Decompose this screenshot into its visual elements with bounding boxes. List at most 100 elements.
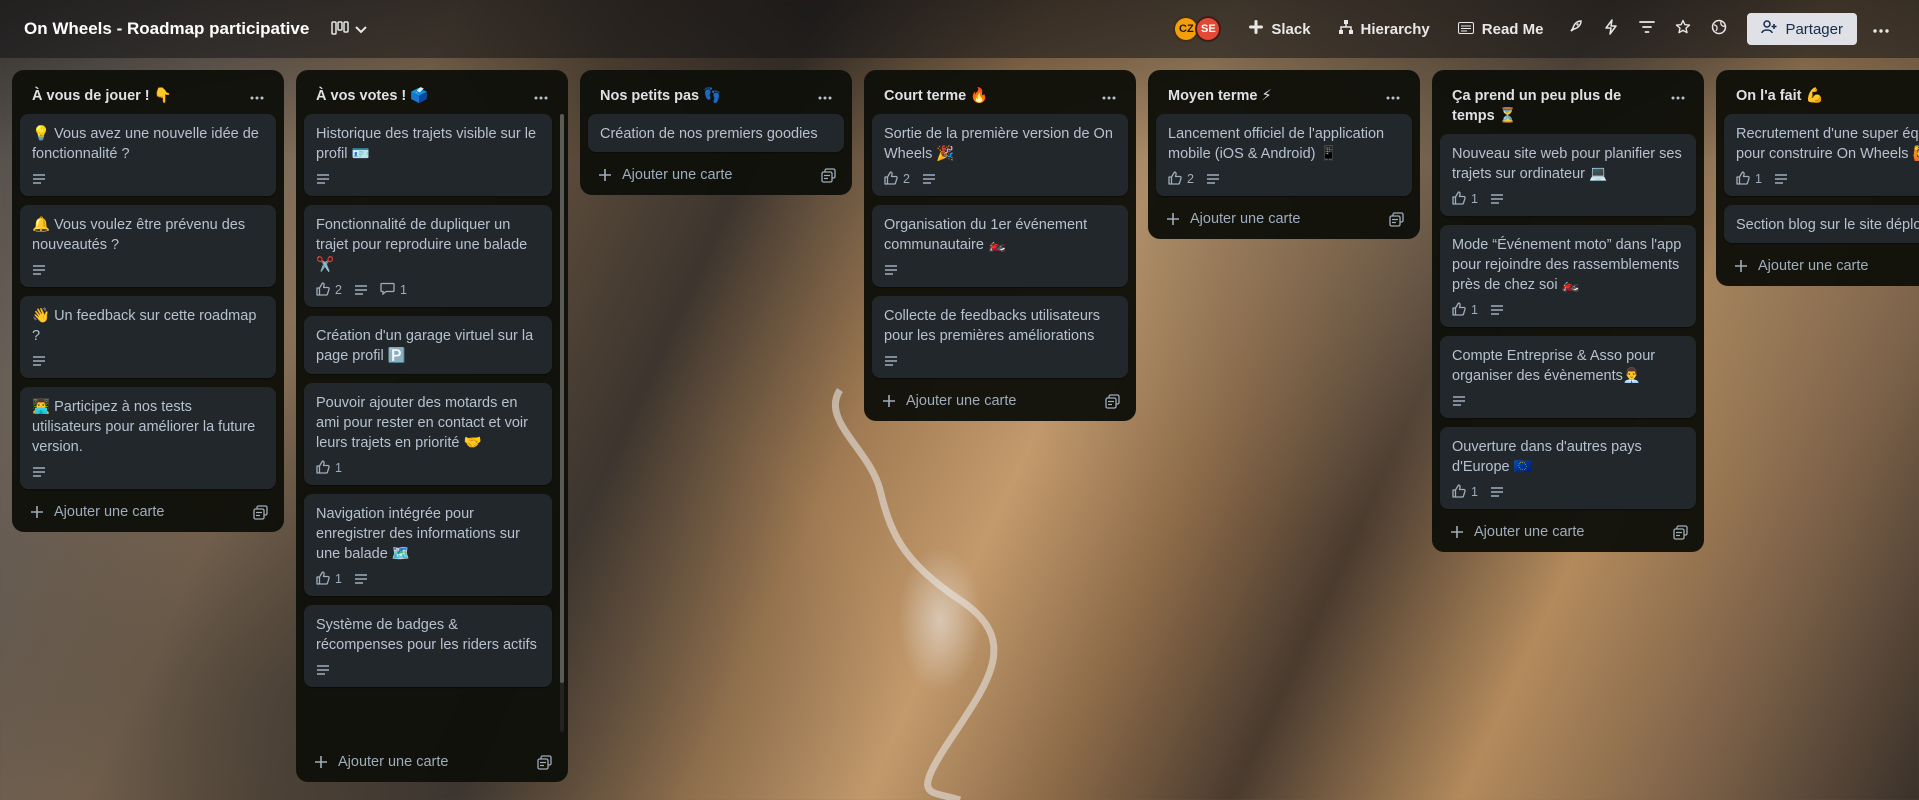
add-card-button[interactable]: Ajouter une carte [1734, 258, 1868, 274]
comments-badge: 1 [380, 282, 407, 298]
avatar[interactable]: SE [1195, 16, 1222, 42]
card-title: Fonctionnalité de dupliquer un trajet po… [316, 217, 528, 273]
card-badges [316, 661, 540, 679]
card[interactable]: Compte Entreprise & Asso pour organiser … [1440, 336, 1696, 418]
board-list[interactable]: À vous de jouer ! 👇 💡 Vous avez une nouve… [12, 70, 284, 532]
card[interactable]: 💡 Vous avez une nouvelle idée de fonctio… [20, 114, 276, 196]
card[interactable]: Pouvoir ajouter des motards en ami pour … [304, 383, 552, 485]
card[interactable]: Section blog sur le site déployée [1724, 205, 1919, 243]
card[interactable]: Fonctionnalité de dupliquer un trajet po… [304, 205, 552, 307]
visibility-button[interactable] [1701, 13, 1737, 45]
vote-badge[interactable]: 1 [316, 459, 342, 477]
scrollbar-thumb[interactable] [560, 114, 564, 683]
list-cards: Nouveau site web pour planifier ses traj… [1440, 134, 1696, 509]
list-title[interactable]: À vos votes ! 🗳️ [316, 86, 428, 106]
card[interactable]: Création de nos premiers goodies [588, 114, 844, 152]
card[interactable]: Recrutement d'une super équipe pour cons… [1724, 114, 1919, 196]
list-menu-button[interactable] [1096, 86, 1122, 106]
list-scrollbar[interactable] [560, 114, 564, 732]
vote-badge[interactable]: 1 [1452, 301, 1478, 319]
list-menu-button[interactable] [1380, 86, 1406, 106]
thumbs-up-icon [316, 570, 330, 588]
list-menu-button[interactable] [812, 86, 838, 106]
card[interactable]: Organisation du 1er événement communauta… [872, 205, 1128, 287]
list-title[interactable]: Court terme 🔥 [884, 86, 988, 106]
readme-icon [1457, 21, 1474, 38]
vote-badge[interactable]: 2 [1168, 170, 1194, 188]
board-list[interactable]: Nos petits pas 👣 Création de nos premiers… [580, 70, 852, 195]
board-list[interactable]: On l'a fait 💪 Recrutement d'une super équ… [1716, 70, 1919, 286]
board-list[interactable]: Ça prend un peu plus de temps ⏳ Nouveau s… [1432, 70, 1704, 552]
board-menu-button[interactable] [1863, 13, 1899, 45]
list-cards: 💡 Vous avez une nouvelle idée de fonctio… [20, 114, 276, 489]
add-card-button[interactable]: Ajouter une carte [1450, 524, 1584, 540]
card[interactable]: Nouveau site web pour planifier ses traj… [1440, 134, 1696, 216]
vote-badge[interactable]: 2 [316, 281, 342, 299]
add-card-button[interactable]: Ajouter une carte [1166, 211, 1300, 227]
card[interactable]: Lancement officiel de l'application mobi… [1156, 114, 1412, 196]
list-menu-button[interactable] [528, 86, 554, 106]
card[interactable]: Mode “Événement moto” dans l'app pour re… [1440, 225, 1696, 327]
list-menu-button[interactable] [1667, 86, 1690, 106]
slack-button[interactable]: Slack [1235, 13, 1324, 45]
readme-button[interactable]: Read Me [1444, 13, 1558, 45]
card[interactable]: Création d'un garage virtuel sur la page… [304, 316, 552, 374]
card-template-icon[interactable] [1105, 393, 1120, 409]
board-title[interactable]: On Wheels - Roadmap participative [24, 19, 309, 39]
card-title: Sortie de la première version de On Whee… [884, 126, 1113, 162]
card[interactable]: 🔔 Vous voulez être prévenu des nouveauté… [20, 205, 276, 287]
card[interactable]: 👨‍💻 Participez à nos tests utilisateurs … [20, 387, 276, 489]
list-cards: Recrutement d'une super équipe pour cons… [1724, 114, 1919, 243]
list-title[interactable]: À vous de jouer ! 👇 [32, 86, 172, 106]
add-card-button[interactable]: Ajouter une carte [314, 754, 448, 770]
card[interactable]: Système de badges & récompenses pour les… [304, 605, 552, 687]
board-members[interactable]: CZ SE [1173, 16, 1222, 42]
vote-badge[interactable]: 1 [316, 570, 342, 588]
automation-button[interactable] [1593, 13, 1629, 45]
add-card-button[interactable]: Ajouter une carte [882, 393, 1016, 409]
list-menu-button[interactable] [244, 86, 270, 106]
card[interactable]: Ouverture dans d'autres pays d'Europe 🇪🇺… [1440, 427, 1696, 509]
card-title: Ouverture dans d'autres pays d'Europe 🇪🇺 [1452, 439, 1642, 475]
card-badges: 1 [316, 570, 540, 588]
list-title[interactable]: Ça prend un peu plus de temps ⏳ [1452, 86, 1667, 126]
thumbs-up-icon [884, 170, 898, 188]
board-list[interactable]: Moyen terme ⚡ Lancement officiel de l'app… [1148, 70, 1420, 239]
share-button[interactable]: Partager [1747, 13, 1857, 45]
card-template-icon[interactable] [537, 754, 552, 770]
vote-badge[interactable]: 1 [1452, 483, 1478, 501]
filter-button[interactable] [1629, 13, 1665, 45]
card[interactable]: Collecte de feedbacks utilisateurs pour … [872, 296, 1128, 378]
card[interactable]: 👋 Un feedback sur cette roadmap ? [20, 296, 276, 378]
card-template-icon[interactable] [1673, 524, 1688, 540]
card-title: 👨‍💻 Participez à nos tests utilisateurs … [32, 399, 256, 455]
vote-badge[interactable]: 1 [1452, 190, 1478, 208]
description-icon [1490, 486, 1504, 498]
board-list[interactable]: Court terme 🔥 Sortie de la première versi… [864, 70, 1136, 421]
card-template-icon[interactable] [821, 167, 836, 183]
card[interactable]: Sortie de la première version de On Whee… [872, 114, 1128, 196]
card-template-icon[interactable] [1389, 211, 1404, 227]
card-badges: 1 [1452, 483, 1684, 501]
card-badges: 2 [1168, 170, 1400, 188]
add-card-button[interactable]: Ajouter une carte [598, 167, 732, 183]
vote-badge[interactable]: 1 [1736, 170, 1762, 188]
add-card-label: Ajouter une carte [1474, 524, 1585, 540]
board-view-switcher[interactable] [331, 20, 367, 38]
header-actions: CZ SE Slack Hierarchy Read Me Partager [1173, 13, 1899, 45]
card[interactable]: Historique des trajets visible sur le pr… [304, 114, 552, 196]
list-cards: Sortie de la première version de On Whee… [872, 114, 1128, 378]
card[interactable]: Navigation intégrée pour enregistrer des… [304, 494, 552, 596]
globe-icon [1711, 19, 1727, 40]
list-title[interactable]: On l'a fait 💪 [1736, 86, 1824, 106]
list-title[interactable]: Moyen terme ⚡ [1168, 86, 1272, 106]
plus-icon [314, 755, 328, 769]
board-list[interactable]: À vos votes ! 🗳️ Historique des trajets v… [296, 70, 568, 782]
list-title[interactable]: Nos petits pas 👣 [600, 86, 721, 106]
add-card-button[interactable]: Ajouter une carte [30, 504, 164, 520]
vote-badge[interactable]: 2 [884, 170, 910, 188]
card-template-icon[interactable] [253, 504, 268, 520]
star-button[interactable] [1665, 13, 1701, 45]
power-ups-button[interactable] [1557, 13, 1593, 45]
hierarchy-button[interactable]: Hierarchy [1325, 13, 1444, 45]
